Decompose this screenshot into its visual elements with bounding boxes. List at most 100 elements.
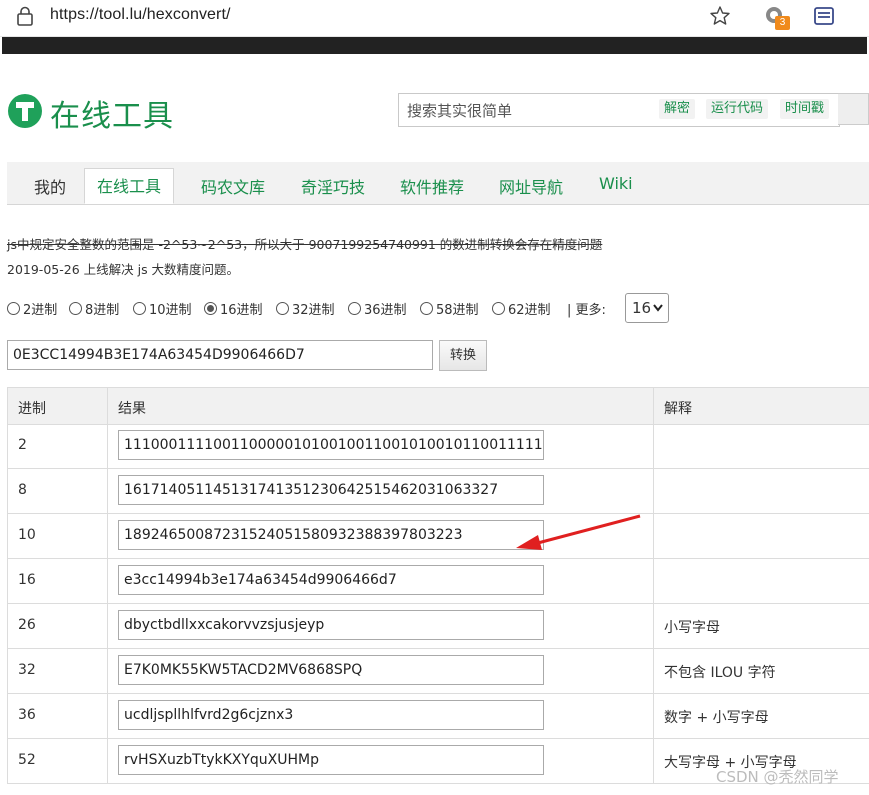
base-value: 16 — [18, 572, 36, 588]
table-row: 16 e3cc14994b3e174a63454d9906466d7 — [7, 558, 869, 604]
result-cell: 1617140511451317413512306425154620310633… — [107, 468, 653, 513]
watermark: CSDN @秃然同学 — [716, 768, 839, 786]
update-notice: 2019-05-26 上线解决 js 大数精度问题。 — [7, 262, 240, 277]
radio-base-8[interactable]: 8进制 — [69, 299, 119, 318]
convert-button[interactable]: 转换 — [439, 340, 487, 371]
search-tag-timestamp[interactable]: 时间戳 — [780, 99, 830, 119]
radio-label: 8进制 — [85, 303, 120, 318]
reader-mode-icon[interactable] — [812, 4, 836, 28]
result-field[interactable]: dbyctbdllxxcakorvvzsjusjeyp — [118, 610, 544, 640]
note-cell — [653, 513, 869, 558]
search-input[interactable] — [405, 100, 649, 122]
nav-item-wiki[interactable]: Wiki — [599, 174, 633, 193]
radio-circle[interactable] — [69, 302, 82, 315]
more-base-select[interactable]: 16 — [625, 293, 669, 323]
site-logo-text[interactable]: 在线工具 — [50, 91, 174, 135]
lock-icon — [17, 6, 33, 26]
radio-circle[interactable] — [492, 302, 505, 315]
result-field[interactable]: ucdljspllhlfvrd2g6cjznx3 — [118, 700, 544, 730]
base-cell: 16 — [7, 558, 107, 603]
base-cell: 8 — [7, 468, 107, 513]
nav-item-software[interactable]: 软件推荐 — [400, 174, 464, 198]
result-cell: ucdljspllhlfvrd2g6cjznx3 — [107, 693, 653, 738]
site-top-bar — [2, 37, 867, 54]
header-cell: 进制 — [7, 388, 107, 424]
nav-item-tricks[interactable]: 奇淫巧技 — [301, 174, 365, 198]
table-row: 10 1892465008723152405158093238839780322… — [7, 513, 869, 559]
result-field[interactable]: E7K0MK55KW5TACD2MV6868SPQ — [118, 655, 544, 685]
note-cell: 小写字母 — [653, 603, 869, 648]
radio-circle[interactable] — [348, 302, 361, 315]
note-text: 不包含 ILOU 字符 — [664, 665, 776, 681]
note-cell: 数字 + 小写字母 — [653, 693, 869, 738]
radio-base-36[interactable]: 36进制 — [348, 299, 407, 318]
result-cell: dbyctbdllxxcakorvvzsjusjeyp — [107, 603, 653, 648]
header-note: 解释 — [664, 401, 692, 417]
chevron-down-icon — [653, 304, 663, 312]
base-cell: 10 — [7, 513, 107, 558]
nav-item-sites[interactable]: 网址导航 — [499, 174, 563, 198]
result-cell: 1110001111001100000101001001100101001011… — [107, 423, 653, 468]
nav-item-library[interactable]: 码农文库 — [201, 174, 265, 198]
radio-circle[interactable] — [420, 302, 433, 315]
base-value: 36 — [18, 707, 36, 723]
note-text: 小写字母 — [664, 620, 720, 636]
note-text: 数字 + 小写字母 — [664, 710, 769, 726]
logo-icon[interactable] — [8, 94, 42, 128]
result-cell: e3cc14994b3e174a63454d9906466d7 — [107, 558, 653, 603]
result-cell: rvHSXuzbTtykKXYquXUHMp — [107, 738, 653, 783]
result-field[interactable]: rvHSXuzbTtykKXYquXUHMp — [118, 745, 544, 775]
bookmark-star-icon[interactable] — [708, 4, 732, 28]
radio-label: 2进制 — [23, 303, 58, 318]
browser-address-bar: https://tool.lu/hexconvert/ 3 — [0, 0, 869, 37]
radio-label: 10进制 — [149, 303, 192, 318]
note-cell: 不包含 ILOU 字符 — [653, 648, 869, 693]
search-button[interactable] — [838, 93, 869, 125]
note-cell — [653, 468, 869, 513]
radio-label: 58进制 — [436, 303, 479, 318]
radio-base-32[interactable]: 32进制 — [276, 299, 335, 318]
base-cell: 2 — [7, 423, 107, 468]
result-field[interactable]: 1110001111001100000101001001100101001011… — [118, 430, 544, 460]
number-input[interactable] — [7, 340, 433, 370]
radio-circle[interactable] — [7, 302, 20, 315]
base-cell: 32 — [7, 648, 107, 693]
radio-label: 36进制 — [364, 303, 407, 318]
red-arrow-annotation-icon — [516, 514, 641, 550]
base-value: 10 — [18, 527, 36, 543]
radio-circle[interactable] — [276, 302, 289, 315]
extension-badge: 3 — [775, 16, 790, 30]
base-value: 2 — [18, 437, 27, 453]
note-cell — [653, 423, 869, 468]
base-value: 52 — [18, 752, 36, 768]
result-field[interactable]: 18924650087231524051580932388397803223 — [118, 520, 544, 550]
radio-circle-selected[interactable] — [204, 302, 217, 315]
table-row: 8 16171405114513174135123064251546203106… — [7, 468, 869, 514]
result-field[interactable]: 1617140511451317413512306425154620310633… — [118, 475, 544, 505]
more-label: | 更多: — [567, 303, 606, 318]
base-cell: 26 — [7, 603, 107, 648]
table-row: 2 11100011110011000001010010011001010010… — [7, 423, 869, 469]
radio-base-16[interactable]: 16进制 — [204, 299, 263, 318]
url-text[interactable]: https://tool.lu/hexconvert/ — [50, 6, 231, 24]
table-header-row: 进制 结果 解释 — [7, 387, 869, 425]
radio-base-10[interactable]: 10进制 — [133, 299, 192, 318]
header-base: 进制 — [18, 401, 46, 417]
search-box: 解密 运行代码 时间戳 — [398, 93, 840, 127]
search-tag-decrypt[interactable]: 解密 — [659, 99, 696, 119]
header-cell: 结果 — [107, 388, 653, 424]
radio-label: 32进制 — [292, 303, 335, 318]
radio-base-62[interactable]: 62进制 — [492, 299, 551, 318]
header-result: 结果 — [118, 401, 146, 417]
search-tag-run-code[interactable]: 运行代码 — [706, 99, 769, 119]
radio-base-2[interactable]: 2进制 — [7, 299, 57, 318]
result-cell: E7K0MK55KW5TACD2MV6868SPQ — [107, 648, 653, 693]
table-row: 36 ucdljspllhlfvrd2g6cjznx3 数字 + 小写字母 — [7, 693, 869, 739]
nav-item-online-tools[interactable]: 在线工具 — [84, 168, 175, 204]
base-cell: 52 — [7, 738, 107, 783]
radio-base-58[interactable]: 58进制 — [420, 299, 479, 318]
table-row: 32 E7K0MK55KW5TACD2MV6868SPQ 不包含 ILOU 字符 — [7, 648, 869, 694]
nav-item-mine[interactable]: 我的 — [34, 174, 66, 198]
result-field[interactable]: e3cc14994b3e174a63454d9906466d7 — [118, 565, 544, 595]
radio-circle[interactable] — [133, 302, 146, 315]
